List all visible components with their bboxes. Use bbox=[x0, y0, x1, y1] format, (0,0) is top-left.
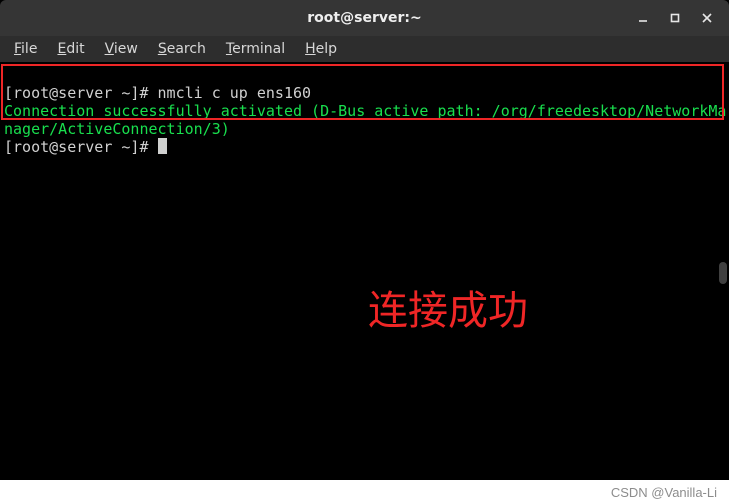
maximize-icon bbox=[669, 12, 681, 24]
close-button[interactable] bbox=[691, 4, 723, 32]
cursor-block bbox=[158, 138, 167, 154]
menu-view[interactable]: View bbox=[95, 39, 148, 59]
watermark: CSDN @Vanilla-Li bbox=[611, 485, 717, 500]
minimize-icon bbox=[637, 12, 649, 24]
menu-help[interactable]: Help bbox=[295, 39, 347, 59]
close-icon bbox=[701, 12, 713, 24]
command-1: nmcli c up ens160 bbox=[158, 84, 312, 102]
titlebar: root@server:~ bbox=[0, 0, 729, 36]
scrollbar[interactable] bbox=[717, 62, 729, 480]
menu-search[interactable]: Search bbox=[148, 39, 216, 59]
terminal-text: [root@server ~]# nmcli c up ens160 Conne… bbox=[0, 62, 729, 178]
menu-file[interactable]: File bbox=[4, 39, 47, 59]
scrollbar-thumb[interactable] bbox=[719, 262, 727, 284]
terminal-area[interactable]: [root@server ~]# nmcli c up ens160 Conne… bbox=[0, 62, 729, 480]
minimize-button[interactable] bbox=[627, 4, 659, 32]
annotation-text: 连接成功 bbox=[368, 278, 528, 336]
prompt-2: [root@server ~]# bbox=[4, 138, 158, 156]
terminal-window: root@server:~ File Edit View Search Term… bbox=[0, 0, 729, 480]
maximize-button[interactable] bbox=[659, 4, 691, 32]
menu-edit[interactable]: Edit bbox=[47, 39, 94, 59]
menu-terminal[interactable]: Terminal bbox=[216, 39, 295, 59]
window-controls bbox=[627, 0, 723, 36]
prompt-1: [root@server ~]# bbox=[4, 84, 158, 102]
output-line-2: nager/ActiveConnection/3) bbox=[4, 120, 230, 138]
window-title: root@server:~ bbox=[0, 10, 729, 26]
output-line-1: Connection successfully activated (D-Bus… bbox=[4, 102, 726, 120]
menubar: File Edit View Search Terminal Help bbox=[0, 36, 729, 62]
